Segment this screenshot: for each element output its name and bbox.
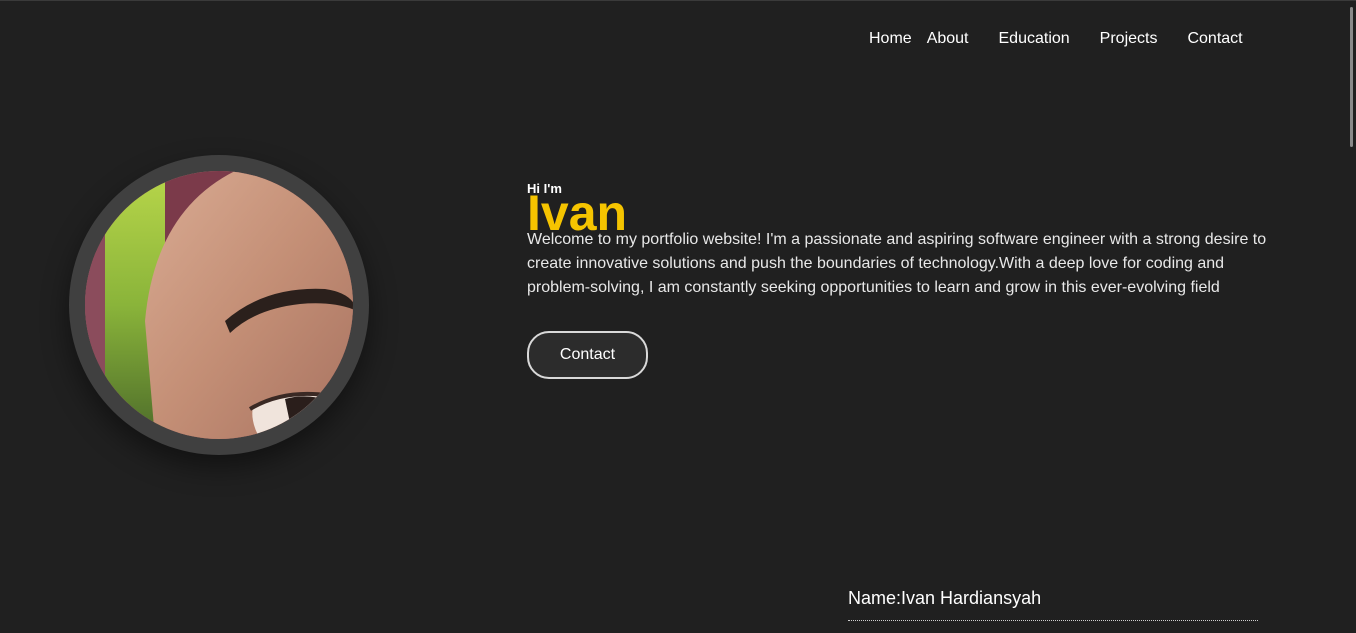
about-name-field: Name:Ivan Hardiansyah	[848, 588, 1258, 621]
nav-home-link[interactable]: Home	[869, 30, 912, 48]
scrollbar-thumb[interactable]	[1350, 7, 1353, 147]
portfolio-page: Home About Education Projects Contact Hi…	[0, 0, 1356, 633]
top-nav: Home About Education Projects Contact	[869, 30, 1243, 48]
nav-about-link[interactable]: About	[927, 30, 969, 48]
hero-description: Welcome to my portfolio website! I'm a p…	[527, 231, 1267, 296]
profile-photo-frame	[69, 155, 369, 455]
profile-photo-image	[85, 171, 353, 439]
hero-section: Hi I'm Ivan Welcome to my portfolio webs…	[527, 181, 1287, 316]
nav-education-link[interactable]: Education	[999, 30, 1070, 48]
contact-button[interactable]: Contact	[527, 331, 648, 379]
greeting-text: Hi I'm	[527, 181, 562, 196]
profile-photo	[85, 171, 353, 439]
nav-contact-link[interactable]: Contact	[1187, 30, 1242, 48]
nav-projects-link[interactable]: Projects	[1100, 30, 1158, 48]
vertical-scrollbar[interactable]	[1346, 1, 1356, 633]
